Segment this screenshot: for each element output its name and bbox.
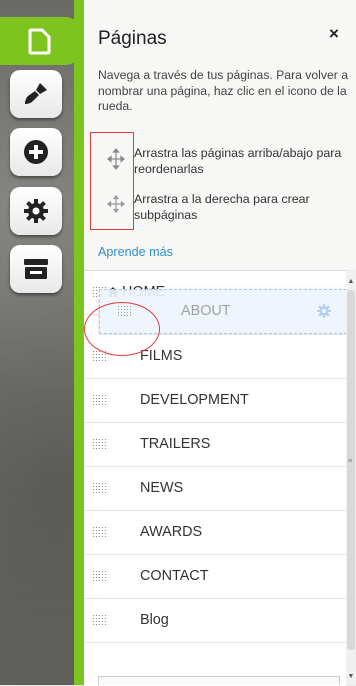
hint-reorder-text: Arrastra las páginas arriba/abajo para r…	[134, 146, 342, 176]
page-settings-gear-icon[interactable]	[316, 303, 332, 319]
drag-handle-icon[interactable]	[93, 570, 107, 581]
page-label: Blog	[140, 612, 169, 628]
page-row-blog[interactable]: Blog	[84, 599, 346, 643]
hint-subpages-text: Arrastra a la derecha para crear subpági…	[134, 192, 310, 222]
page-row-contact[interactable]: CONTACT	[84, 555, 346, 599]
page-list: HOME ABOUT	[84, 270, 347, 686]
add-button[interactable]	[10, 128, 62, 176]
page-row-awards[interactable]: AWARDS	[84, 511, 346, 555]
drag-handle-icon[interactable]	[93, 438, 107, 449]
page-label: DEVELOPMENT	[140, 392, 249, 408]
store-icon	[24, 259, 48, 279]
scroll-thumb[interactable]	[347, 290, 355, 650]
page-row-trailers[interactable]: TRAILERS	[84, 423, 346, 467]
page-label: FILMS	[140, 348, 183, 364]
page-row-development[interactable]: DEVELOPMENT	[84, 379, 346, 423]
store-button[interactable]	[10, 245, 62, 293]
scroll-up-arrow-icon[interactable]: ▲	[346, 276, 356, 288]
page-label: AWARDS	[140, 524, 203, 540]
gear-icon	[24, 199, 48, 223]
page-label: TRAILERS	[140, 436, 211, 452]
scrollbar[interactable]: ▲ ≡ ▼	[346, 270, 356, 685]
plus-circle-icon	[24, 140, 48, 164]
close-button[interactable]: ×	[329, 24, 339, 44]
drag-handle-icon[interactable]	[93, 482, 107, 493]
page-icon	[28, 28, 51, 55]
rail-accent-bar	[74, 0, 84, 685]
page-label: NEWS	[140, 480, 184, 496]
panel-description: Navega a través de tus páginas. Para vol…	[98, 68, 348, 113]
panel-title: Páginas	[98, 28, 167, 49]
annotation-box	[90, 132, 134, 230]
drag-handle-icon[interactable]	[93, 526, 107, 537]
learn-more-link[interactable]: Aprende más	[98, 245, 173, 259]
paintbrush-icon	[25, 83, 47, 104]
scroll-grip-icon: ≡	[348, 458, 353, 465]
pages-panel: Páginas × Navega a través de tus páginas…	[84, 0, 356, 686]
scroll-down-arrow-icon[interactable]: ▼	[346, 671, 356, 683]
page-label: CONTACT	[140, 568, 209, 584]
list-footer	[98, 676, 340, 685]
settings-button[interactable]	[10, 187, 62, 235]
drag-handle-icon[interactable]	[93, 394, 107, 405]
drag-handle-icon[interactable]	[93, 614, 107, 625]
pages-button[interactable]	[0, 17, 80, 65]
design-button[interactable]	[10, 70, 62, 118]
page-row-news[interactable]: NEWS	[84, 467, 346, 511]
annotation-oval	[84, 302, 160, 356]
page-label: ABOUT	[181, 303, 231, 319]
